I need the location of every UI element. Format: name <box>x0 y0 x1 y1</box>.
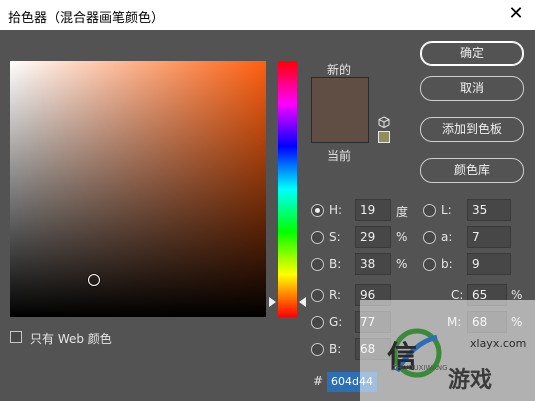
cancel-button[interactable]: 取消 <box>420 76 524 101</box>
add-to-swatches-button[interactable]: 添加到色板 <box>420 117 524 142</box>
h-unit: 度 <box>396 205 409 219</box>
hex-label: # <box>313 374 324 388</box>
s-radio[interactable] <box>311 231 324 244</box>
s-input[interactable]: 29 <box>355 226 391 248</box>
rgb-b-label: B: <box>329 342 342 356</box>
close-icon[interactable]: ✕ <box>505 3 527 25</box>
color-preview <box>311 77 369 143</box>
b-input[interactable]: 38 <box>355 253 391 275</box>
current-color-label: 当前 <box>327 149 352 163</box>
hue-slider-left-arrow-icon[interactable] <box>269 297 276 307</box>
web-colors-only-label[interactable]: 只有 Web 颜色 <box>30 330 112 347</box>
h-radio[interactable] <box>311 204 324 217</box>
new-color-swatch <box>312 78 368 110</box>
lab-a-label: a: <box>441 230 453 244</box>
web-safe-color-swatch[interactable] <box>378 131 390 143</box>
h-label: H: <box>329 203 343 217</box>
lab-a-input[interactable]: 7 <box>467 226 511 248</box>
b-label: B: <box>329 257 342 271</box>
lab-a-radio[interactable] <box>423 231 436 244</box>
color-field[interactable] <box>10 61 266 317</box>
hue-slider-right-arrow-icon[interactable] <box>299 297 306 307</box>
lab-l-radio[interactable] <box>423 204 436 217</box>
r-label: R: <box>329 288 342 302</box>
cube-icon[interactable] <box>378 116 390 128</box>
watermark-logo-icon: 信 <box>387 328 442 378</box>
watermark-subtitle: ZHIYOUXIWANG <box>392 364 448 372</box>
r-radio[interactable] <box>311 289 324 302</box>
s-label: S: <box>329 230 341 244</box>
b-unit: % <box>396 257 408 271</box>
watermark-brand: 游戏 <box>448 368 493 393</box>
g-radio[interactable] <box>311 316 324 329</box>
rgb-b-radio[interactable] <box>311 343 324 356</box>
h-input[interactable]: 19 <box>355 199 391 221</box>
color-libraries-button[interactable]: 颜色库 <box>420 158 524 183</box>
window-title: 拾色器（混合器画笔颜色） <box>8 11 165 26</box>
g-label: G: <box>329 315 343 329</box>
lab-b-radio[interactable] <box>423 258 436 271</box>
title-bar: 拾色器（混合器画笔颜色） ✕ <box>0 0 535 30</box>
s-unit: % <box>396 230 408 244</box>
b-radio[interactable] <box>311 258 324 271</box>
new-color-label: 新的 <box>327 63 352 77</box>
lab-b-input[interactable]: 9 <box>467 253 511 275</box>
ok-button[interactable]: 确定 <box>420 41 524 66</box>
web-colors-only-checkbox[interactable] <box>10 331 22 343</box>
lab-b-label: b: <box>441 257 453 271</box>
color-field-cursor[interactable] <box>88 274 100 286</box>
lab-l-input[interactable]: 35 <box>467 199 511 221</box>
current-color-swatch[interactable] <box>312 110 368 142</box>
hue-slider[interactable] <box>278 61 297 317</box>
lab-l-label: L: <box>441 203 452 217</box>
watermark-domain: xlayx.com <box>470 337 527 350</box>
